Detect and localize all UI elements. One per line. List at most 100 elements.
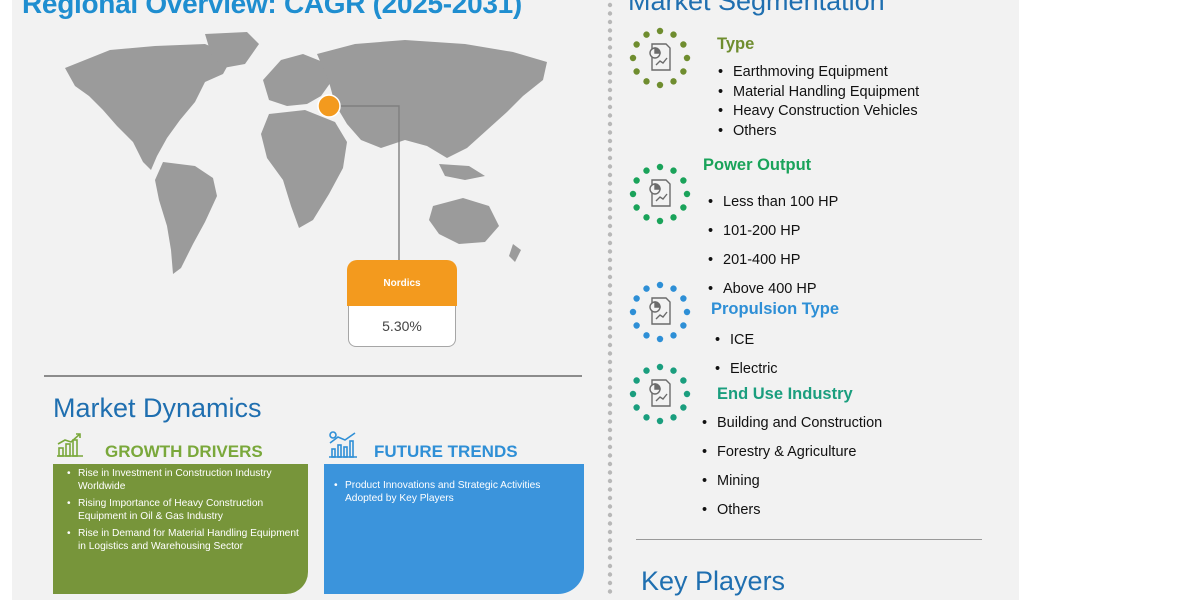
ring-dot (656, 363, 664, 371)
separator-dot (607, 300, 613, 305)
separator-dot (607, 96, 613, 101)
growth-driver-item: Rising Importance of Heavy Construction … (65, 498, 300, 523)
market-dynamics-title: Market Dynamics (53, 393, 262, 423)
separator-dot (607, 359, 613, 365)
propulsion-type-segment-icon (629, 281, 691, 343)
report-analysis-icon (649, 297, 671, 325)
separator-dot (607, 291, 613, 297)
separator-dot (607, 130, 613, 135)
ring-dot (680, 404, 687, 411)
separator-dot (607, 155, 613, 161)
propulsion-type-segment-list: ICE Electric (713, 326, 778, 384)
ring-dot (680, 68, 687, 75)
list-item: Material Handling Equipment (716, 83, 919, 103)
separator-dot (607, 223, 613, 229)
ring-dot (633, 295, 640, 302)
separator-dot (607, 232, 613, 237)
end-use-industry-segment-list: Building and Construction Forestry & Agr… (700, 409, 882, 525)
ring-dot (656, 281, 664, 289)
ring-dot (670, 214, 677, 221)
divider-line (44, 375, 582, 377)
separator-dot (607, 181, 613, 186)
separator-dot (607, 410, 613, 416)
ring-dot (633, 377, 640, 384)
separator-dot (607, 521, 613, 526)
ring-dot (680, 204, 687, 211)
report-analysis-icon (649, 43, 671, 71)
ring-dot (683, 190, 691, 198)
separator-dot (607, 563, 613, 569)
ring-dot (633, 404, 640, 411)
separator-dot (607, 206, 613, 212)
separator-dot (607, 283, 613, 288)
ring-dot (680, 177, 687, 184)
power-output-segment-heading: Power Output (703, 156, 812, 174)
separator-dot (607, 274, 613, 280)
nordics-label: Nordics (347, 260, 457, 306)
list-item: ICE (713, 326, 778, 355)
separator-dot (607, 325, 613, 331)
list-item: Building and Construction (700, 409, 882, 438)
separator-dot (607, 2, 613, 8)
separator-dot (607, 257, 613, 263)
separator-dot (607, 419, 613, 424)
separator-dot (607, 147, 613, 152)
separator-dot (607, 240, 613, 246)
type-segment-heading: Type (717, 35, 755, 53)
separator-dot (607, 580, 613, 586)
ring-dot (643, 332, 650, 339)
separator-dot (607, 512, 613, 518)
ring-dot (683, 54, 691, 62)
list-item: Electric (713, 355, 778, 384)
ring-dot (680, 41, 687, 48)
separator-dot (607, 104, 613, 110)
separator-dot (607, 538, 613, 543)
separator-dot (607, 70, 613, 76)
type-segment-list: Earthmoving Equipment Material Handling … (716, 63, 919, 141)
separator-dot (607, 45, 613, 50)
ring-dot (633, 177, 640, 184)
separator-dot (607, 436, 613, 441)
separator-dot (607, 427, 613, 433)
ring-dot (656, 217, 664, 225)
separator-dot (607, 555, 613, 560)
separator-dot (607, 19, 613, 25)
separator-dot (607, 478, 613, 484)
list-item: 201-400 HP (706, 246, 838, 275)
ring-dot (643, 214, 650, 221)
list-item: Others (700, 496, 882, 525)
separator-dot (607, 368, 613, 373)
separator-dot (607, 215, 613, 220)
growth-drivers-box: Rise in Investment in Construction Indus… (53, 464, 308, 594)
separator-dot (607, 487, 613, 492)
separator-dot (607, 317, 613, 322)
separator-dot (607, 87, 613, 93)
separator-dot (607, 351, 613, 356)
end-use-industry-segment-icon (629, 363, 691, 425)
separator-dot (607, 504, 613, 509)
ring-dot (670, 367, 677, 374)
list-item: Heavy Construction Vehicles (716, 102, 919, 122)
ring-dot (633, 322, 640, 329)
ring-dot (633, 41, 640, 48)
separator-dot (607, 266, 613, 271)
nordics-callout: Nordics 5.30% (347, 260, 457, 348)
separator-dot (607, 113, 613, 118)
key-players-title: Key Players (641, 566, 786, 596)
propulsion-type-segment-heading: Propulsion Type (711, 300, 840, 318)
separator-dot (607, 342, 613, 348)
ring-dot (670, 78, 677, 85)
separator-dot (607, 11, 613, 16)
growth-chart-icon (57, 433, 83, 457)
power-output-segment-list: Less than 100 HP 101-200 HP 201-400 HP A… (706, 188, 838, 304)
separator-dot (607, 495, 613, 501)
separator-dot (607, 453, 613, 458)
ring-dot (643, 78, 650, 85)
ring-dot (629, 190, 637, 198)
dotted-separator (607, 2, 613, 594)
ring-dot (670, 414, 677, 421)
growth-driver-item: Rise in Investment in Construction Indus… (65, 468, 300, 493)
type-segment-icon (629, 27, 691, 89)
separator-dot (607, 529, 613, 535)
ring-dot (670, 332, 677, 339)
